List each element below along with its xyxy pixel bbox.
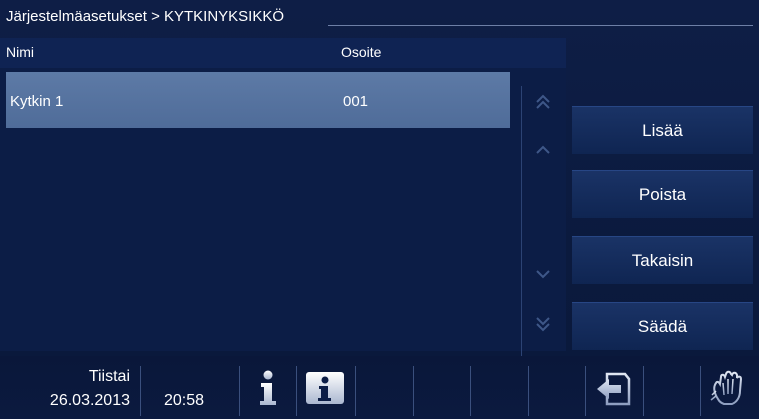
weekday: Tiistai [88,368,130,385]
list-row[interactable]: Kytkin 1 001 [6,72,510,128]
divider [239,366,240,416]
title-divider [328,25,753,26]
date: 26.03.2013 [49,392,130,409]
divider [355,366,356,416]
column-header-name: Nimi [6,44,34,60]
info-icon[interactable] [253,368,283,408]
double-chevron-up-icon[interactable] [530,90,556,114]
back-button[interactable]: Takaisin [572,236,753,284]
divider [643,366,644,416]
divider [413,366,414,416]
settings-screen: Järjestelmäasetukset > KYTKINYKSIKKÖ Nim… [0,0,759,419]
divider [528,366,529,416]
divider [296,366,297,416]
switch-unit-list: Nimi Osoite Kytkin 1 001 [0,38,566,376]
adjust-button[interactable]: Säädä [572,302,753,350]
scrollbar-track [521,86,522,376]
contact-info-icon[interactable] [304,368,346,408]
column-header-address: Osoite [341,44,382,60]
chevron-down-icon[interactable] [530,262,556,286]
divider [140,366,141,416]
double-chevron-down-icon[interactable] [530,312,556,336]
divider [470,366,471,416]
add-button[interactable]: Lisää [572,106,753,154]
divider [700,366,701,416]
breadcrumb: Järjestelmäasetukset > KYTKINYKSIKKÖ [6,8,285,25]
return-icon[interactable] [593,368,633,408]
row-name: Kytkin 1 [10,93,64,110]
remove-button[interactable]: Poista [572,170,753,218]
hand-wipe-icon[interactable] [708,368,748,408]
row-address: 001 [343,93,369,110]
chevron-up-icon[interactable] [530,138,556,162]
status-bar: Tiistai 26.03.2013 20:58 [0,356,759,419]
divider [585,366,586,416]
list-header: Nimi Osoite [0,38,566,68]
clock: 20:58 [164,392,205,409]
